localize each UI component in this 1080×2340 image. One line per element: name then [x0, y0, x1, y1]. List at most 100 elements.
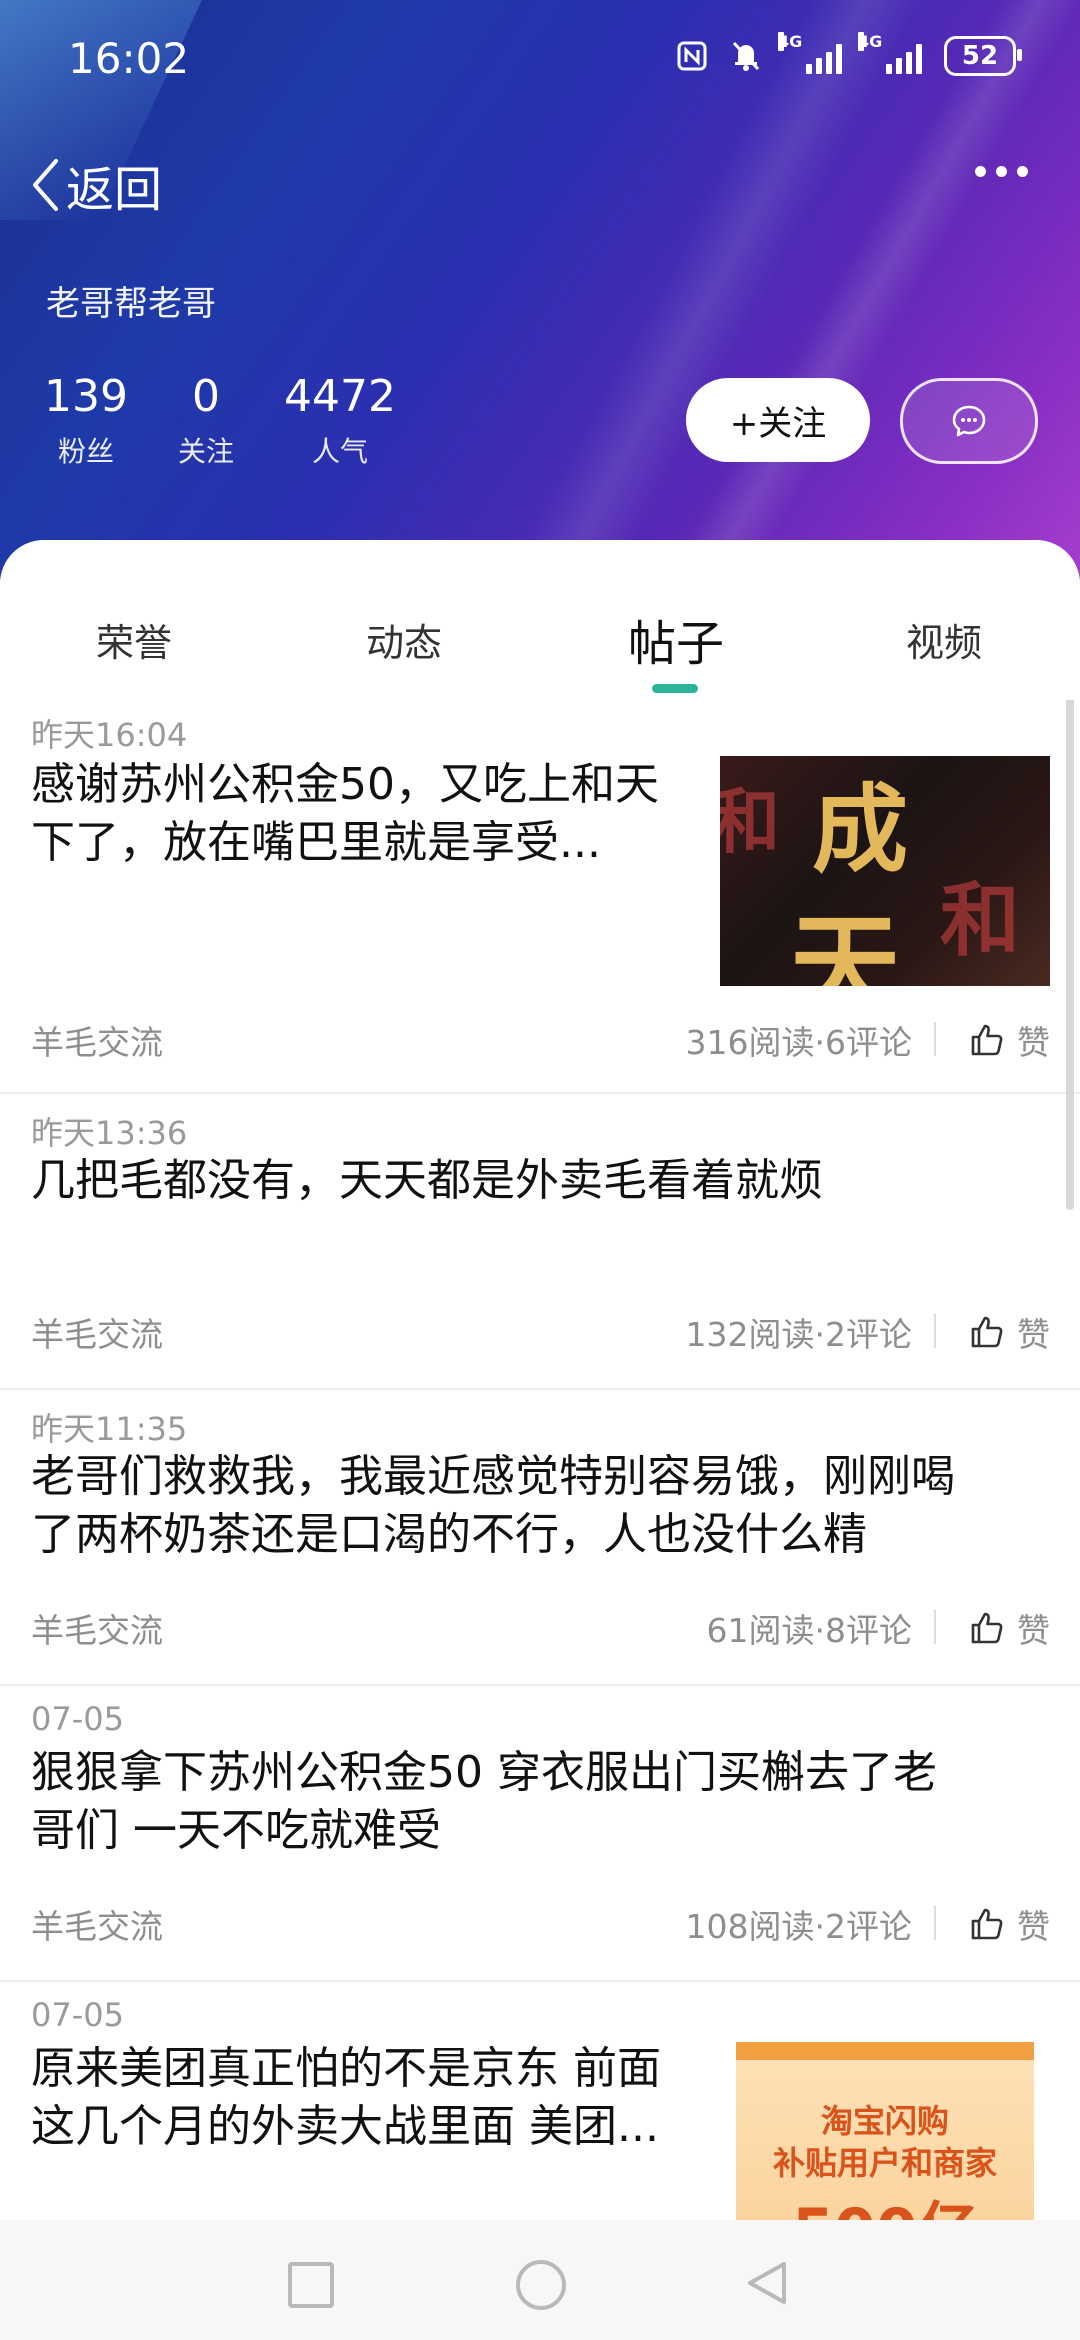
nfc-icon — [677, 41, 707, 71]
stat-fans[interactable]: 139 粉丝 — [44, 372, 128, 470]
post-thumbnail[interactable]: 淘宝闪购 补贴用户和商家 500亿 — [736, 2042, 1034, 2220]
chevron-left-icon — [33, 159, 58, 211]
post-time: 昨天16:04 — [31, 716, 188, 754]
post-title-line: 这几个月的外卖大战里面 美团... — [31, 2101, 659, 2152]
thumb-text: 补贴用户和商家 — [772, 2144, 997, 2182]
active-tab-indicator — [652, 684, 698, 693]
like-label: 赞 — [1017, 1611, 1050, 1650]
home-button[interactable] — [516, 2260, 566, 2310]
scrollbar-thumb[interactable] — [1066, 700, 1074, 1210]
post-category[interactable]: 羊毛交流 — [31, 1604, 163, 1652]
thumbs-up-icon — [971, 1612, 1003, 1644]
system-back-icon[interactable] — [744, 2260, 790, 2306]
thumbs-up-icon — [971, 1908, 1003, 1940]
message-button[interactable] — [900, 378, 1038, 464]
post-thumbnail[interactable]: 和 成 天 和 — [720, 756, 1050, 986]
profile-header: 16:02 4G 4G 52 返回 老哥帮老哥 139 粉丝 0 关注 4472… — [0, 0, 1080, 600]
mute-bell-icon — [732, 41, 760, 71]
thumb-text: 淘宝闪购 — [820, 2102, 949, 2140]
stat-following[interactable]: 0 关注 — [178, 372, 234, 470]
stat-popularity: 4472 人气 — [284, 372, 396, 470]
post-title-line: 下了，放在嘴巴里就是享受... — [31, 817, 601, 868]
post-category[interactable]: 羊毛交流 — [31, 1308, 163, 1356]
stat-label: 人气 — [311, 435, 368, 468]
posts-feed: 昨天16:04 感谢苏州公积金50，又吃上和天 下了，放在嘴巴里就是享受... … — [0, 700, 1080, 2220]
profile-stats: 139 粉丝 0 关注 4472 人气 — [44, 372, 446, 470]
tab-videos[interactable]: 视频 — [906, 612, 982, 667]
chat-bubble-icon — [952, 405, 986, 437]
thumb-text: 和 — [720, 780, 780, 863]
battery-icon: 52 — [944, 36, 1022, 76]
post-footer: 羊毛交流 316阅读·6评论 赞 — [31, 1016, 1050, 1066]
like-button[interactable]: 赞 — [969, 1016, 1050, 1064]
post-item-1[interactable]: 昨天16:04 感谢苏州公积金50，又吃上和天 下了，放在嘴巴里就是享受... … — [0, 700, 1080, 1094]
post-title-line: 感谢苏州公积金50，又吃上和天 — [31, 759, 659, 810]
signal-icon: 4G — [778, 32, 842, 74]
like-button[interactable]: 赞 — [969, 1308, 1050, 1356]
status-bar: 16:02 4G 4G 52 — [0, 0, 1080, 120]
tab-posts[interactable]: 帖子 — [628, 604, 724, 674]
stat-value: 0 — [191, 371, 220, 422]
back-label: 返回 — [66, 162, 163, 218]
post-footer: 羊毛交流 132阅读·2评论 赞 — [31, 1308, 1050, 1358]
more-dot — [1017, 166, 1028, 177]
system-nav-bar — [0, 2220, 1080, 2340]
thumb-band — [736, 2042, 1034, 2060]
post-title-line: 哥们 一天不吃就难受 — [31, 1805, 441, 1856]
signal-icon-2: 4G — [858, 32, 922, 74]
post-item-2[interactable]: 昨天13:36 几把毛都没有，天天都是外卖毛看着就烦 羊毛交流 132阅读·2评… — [0, 1094, 1080, 1390]
like-label: 赞 — [1017, 1315, 1050, 1354]
stat-label: 关注 — [177, 435, 234, 468]
post-title: 狠狠拿下苏州公积金50 穿衣服出门买槲去了老 哥们 一天不吃就难受 — [31, 1744, 937, 1860]
post-stats: 316阅读·6评论 — [685, 1023, 912, 1062]
post-title: 几把毛都没有，天天都是外卖毛看着就烦 — [31, 1152, 823, 1210]
post-title: 感谢苏州公积金50，又吃上和天 下了，放在嘴巴里就是享受... — [31, 756, 721, 872]
like-label: 赞 — [1017, 1907, 1050, 1946]
network-type: 4G — [778, 32, 803, 51]
post-time: 昨天13:36 — [31, 1114, 188, 1152]
tab-honor[interactable]: 荣誉 — [96, 612, 172, 667]
post-item-5[interactable]: 07-05 原来美团真正怕的不是京东 前面 这几个月的外卖大战里面 美团... … — [0, 1982, 1080, 2220]
post-time: 昨天11:35 — [31, 1410, 188, 1448]
thumbs-up-icon — [971, 1316, 1003, 1348]
recent-apps-button[interactable] — [288, 2262, 334, 2308]
divider — [934, 1314, 936, 1348]
stat-value: 139 — [44, 371, 128, 422]
more-options-button[interactable] — [975, 166, 1028, 177]
post-category[interactable]: 羊毛交流 — [31, 1900, 163, 1948]
status-icons: 4G 4G 52 — [676, 32, 1022, 76]
like-button[interactable]: 赞 — [969, 1604, 1050, 1652]
tab-activity[interactable]: 动态 — [366, 612, 442, 667]
more-dot — [996, 166, 1007, 177]
more-dot — [975, 166, 986, 177]
post-title: 原来美团真正怕的不是京东 前面 这几个月的外卖大战里面 美团... — [31, 2040, 731, 2156]
follow-button[interactable]: +关注 — [686, 378, 870, 462]
post-footer: 羊毛交流 61阅读·8评论 赞 — [31, 1604, 1050, 1654]
stat-label: 粉丝 — [57, 435, 114, 468]
thumb-text: 成 — [812, 773, 908, 886]
post-title-line: 了两杯奶茶还是口渴的不行，人也没什么精 — [31, 1509, 867, 1560]
post-time: 07-05 — [31, 1700, 124, 1738]
thumb-text: 天 — [790, 901, 900, 986]
profile-name: 老哥帮老哥 — [46, 284, 216, 324]
post-footer: 羊毛交流 108阅读·2评论 赞 — [31, 1900, 1050, 1950]
divider — [934, 1906, 936, 1940]
post-stats: 61阅读·8评论 — [706, 1611, 912, 1650]
post-item-3[interactable]: 昨天11:35 老哥们救救我，我最近感觉特别容易饿，刚刚喝 了两杯奶茶还是口渴的… — [0, 1390, 1080, 1686]
stat-value: 4472 — [284, 371, 396, 422]
post-title-line: 老哥们救救我，我最近感觉特别容易饿，刚刚喝 — [31, 1451, 955, 1502]
post-item-4[interactable]: 07-05 狠狠拿下苏州公积金50 穿衣服出门买槲去了老 哥们 一天不吃就难受 … — [0, 1686, 1080, 1982]
post-time: 07-05 — [31, 1996, 124, 2034]
post-title: 老哥们救救我，我最近感觉特别容易饿，刚刚喝 了两杯奶茶还是口渴的不行，人也没什么… — [31, 1448, 955, 1564]
divider — [934, 1610, 936, 1644]
divider — [934, 1022, 936, 1056]
back-button[interactable]: 返回 — [30, 150, 162, 220]
post-title-line: 几把毛都没有，天天都是外卖毛看着就烦 — [31, 1155, 823, 1206]
thumbs-up-icon — [971, 1024, 1003, 1056]
post-category[interactable]: 羊毛交流 — [31, 1016, 163, 1064]
tab-bar-overlay: 荣誉 动态 帖子 视频 — [0, 540, 1080, 700]
status-time: 16:02 — [68, 34, 190, 83]
top-nav: 返回 — [0, 150, 1080, 230]
post-stats: 132阅读·2评论 — [685, 1315, 912, 1354]
like-button[interactable]: 赞 — [969, 1900, 1050, 1948]
